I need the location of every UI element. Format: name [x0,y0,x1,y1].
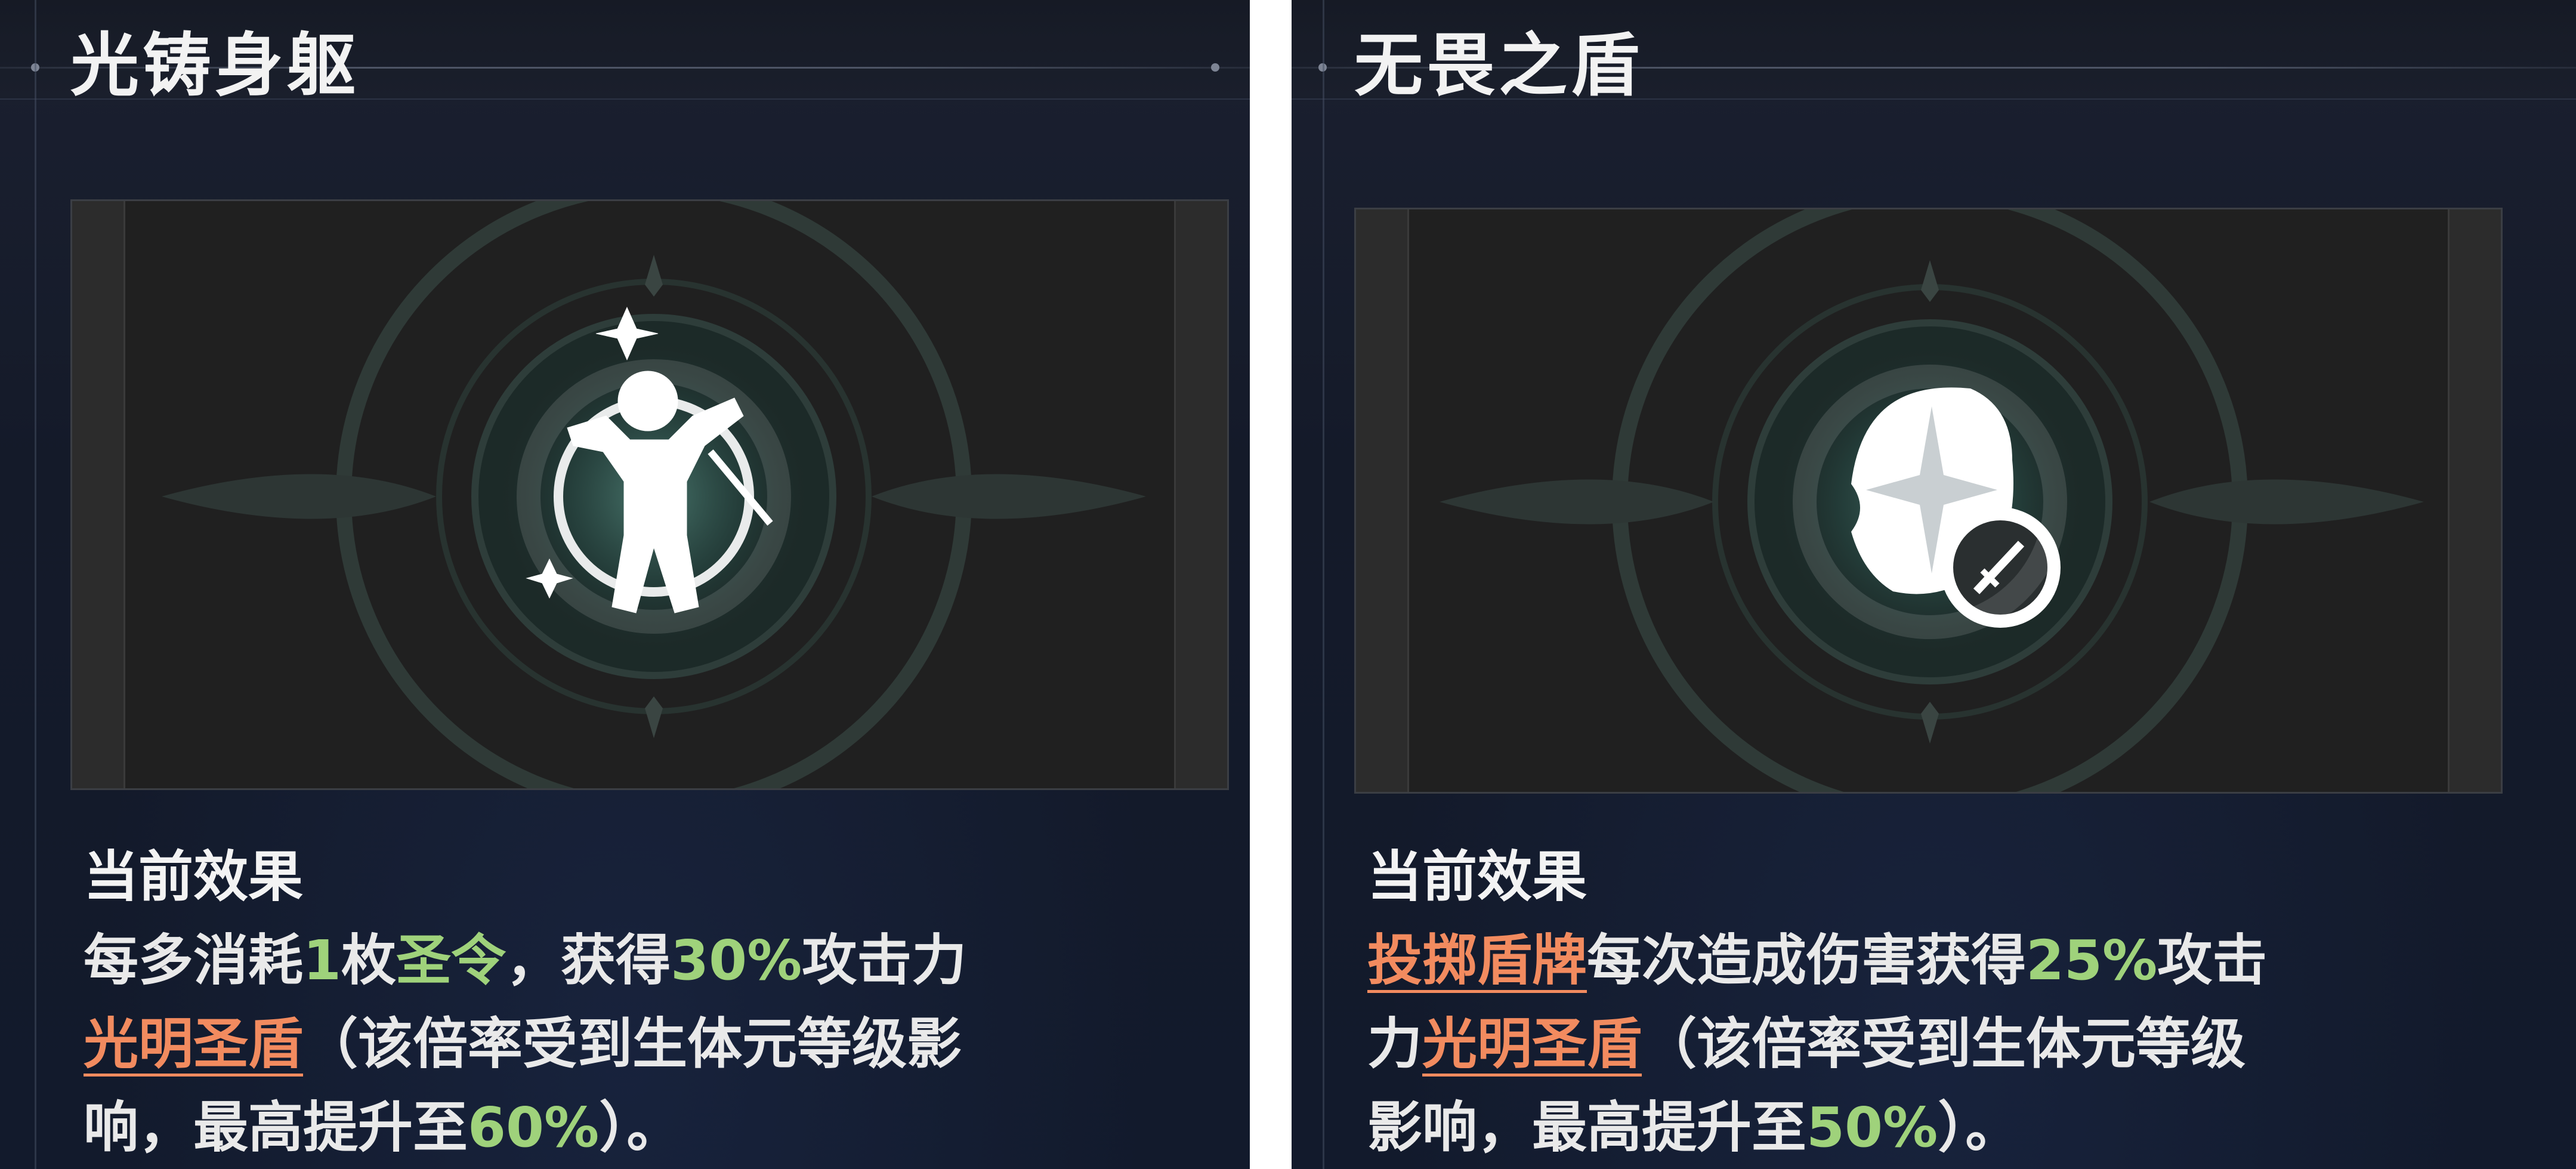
effect-line-3: 影响，最高提升至50%）。 [1367,1096,2021,1159]
section-label: 当前效果 [84,845,304,909]
ornament-dot [1211,63,1219,72]
keyword-link[interactable]: 光明圣盾 [84,1012,303,1076]
effect-line-1: 每多消耗1枚圣令，获得30%攻击力 [84,929,967,992]
section-label: 当前效果 [1367,845,1587,909]
effect-line-3: 响，最高提升至60%）。 [84,1096,682,1159]
frame-line [1323,0,1324,1169]
effect-line-2: 力光明圣盾（该倍率受到生体元等级 [1367,1012,2246,1076]
effect-line-1: 投掷盾牌每次造成伤害获得25%攻击 [1367,929,2268,992]
emblem-frame [1440,209,2424,792]
keyword-link[interactable]: 投掷盾牌 [1367,929,1587,992]
keyword-link[interactable]: 光明圣盾 [1422,1012,1642,1076]
card-right: 无畏之盾 当前效果 投掷盾牌每次造成伤害获得25%攻击 力光明圣盾（该倍率受到生… [1292,0,2576,1169]
emblem-frame [162,201,1146,788]
effect-line-2: 光明圣盾（该倍率受到生体元等级影 [84,1012,962,1076]
card-title: 光铸身躯 [70,26,360,106]
skill-art [1354,208,2503,794]
card-title: 无畏之盾 [1354,26,1644,106]
frame-line [35,0,36,1169]
card-left: 光铸身躯 当前效果 每多消耗1枚圣令，获得30%攻击力 光明圣盾（该倍率受到生体… [0,0,1250,1169]
skill-art [70,199,1229,790]
